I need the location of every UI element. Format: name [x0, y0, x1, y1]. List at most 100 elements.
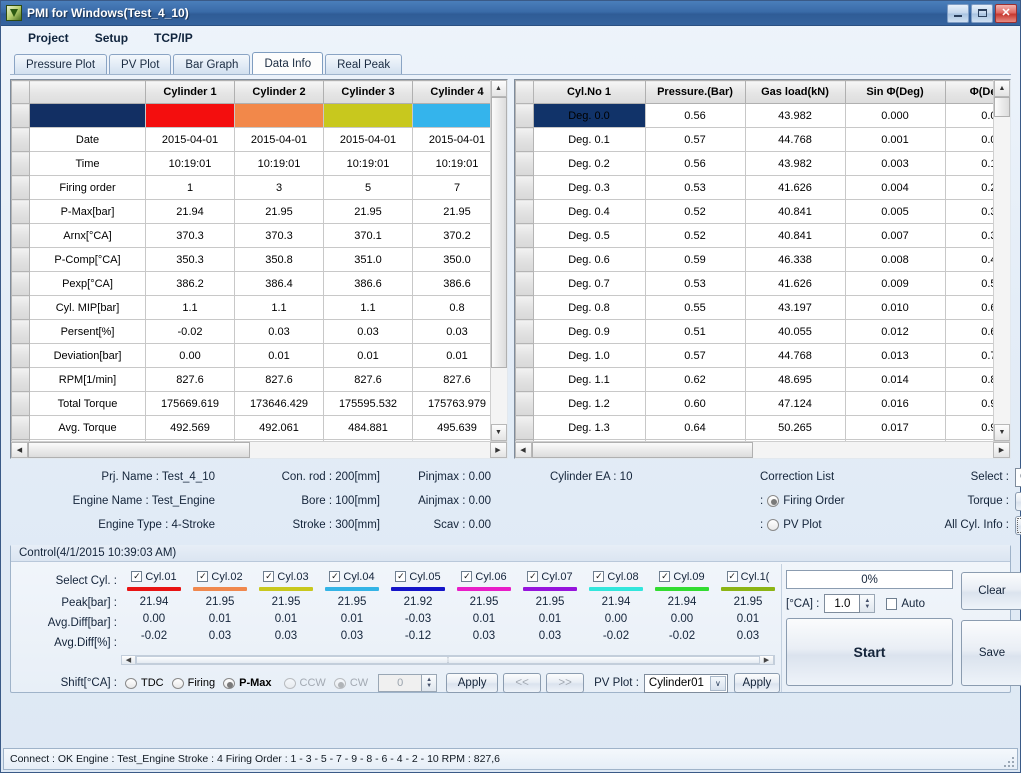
scroll-down-arrow[interactable]: ▼ [490, 424, 507, 441]
cell-phi[interactable]: 0.2 [944, 175, 993, 200]
row-header[interactable] [11, 151, 30, 176]
chevron-down-icon[interactable]: ∨ [709, 675, 726, 691]
row-header[interactable] [514, 175, 534, 200]
cell-value[interactable]: 2015-04-01 [323, 127, 413, 152]
scroll-left-arrow[interactable]: ◀ [122, 656, 136, 664]
scroll-track[interactable] [490, 97, 507, 424]
cell-degree[interactable]: Deg. 0.9 [532, 319, 646, 344]
cell-sin-phi[interactable]: 0.013 [844, 343, 946, 368]
cell-pressure[interactable]: 0.52 [644, 199, 746, 224]
cell-sin-phi[interactable]: 0.014 [844, 367, 946, 392]
cell-value[interactable]: 3 [234, 175, 324, 200]
cell-value[interactable]: 0.03 [412, 319, 490, 344]
cell-degree[interactable]: Deg. 0.4 [532, 199, 646, 224]
cell-degree[interactable]: Deg. 1.2 [532, 391, 646, 416]
radio-tdc-icon[interactable] [125, 677, 137, 689]
cell-value[interactable]: 0.03 [234, 319, 324, 344]
row-header[interactable] [11, 391, 30, 416]
cylinder-checkbox-group[interactable]: ✓ Cyl.06 [451, 569, 517, 584]
radio-ccw[interactable]: CCW [283, 677, 326, 689]
maximize-button[interactable] [971, 3, 993, 23]
row-header[interactable] [11, 367, 30, 392]
cell-value[interactable]: 350.3 [145, 247, 235, 272]
cell-phi[interactable]: 0.3 [944, 199, 993, 224]
cell-value[interactable]: 370.3 [145, 223, 235, 248]
cell-value[interactable]: 21.95 [323, 199, 413, 224]
cell-value[interactable]: 386.6 [323, 271, 413, 296]
cell-value[interactable]: 5 [323, 175, 413, 200]
cell-value[interactable]: 0.01 [412, 343, 490, 368]
scroll-up-arrow[interactable]: ▲ [490, 80, 507, 97]
cell-sin-phi[interactable]: 0.007 [844, 223, 946, 248]
cell-value[interactable]: 21.94 [145, 199, 235, 224]
scroll-left-arrow[interactable]: ◀ [11, 442, 28, 458]
row-header[interactable] [11, 199, 30, 224]
cell-value[interactable]: 351.0 [323, 247, 413, 272]
cell-degree[interactable]: Deg. 0.6 [532, 247, 646, 272]
radio-tdc[interactable]: TDC [125, 677, 164, 689]
radio-ccw-icon[interactable] [283, 677, 296, 689]
row-header[interactable] [514, 247, 534, 272]
cell-gas-load[interactable]: 43.982 [744, 103, 846, 128]
auto-checkbox[interactable] [886, 597, 898, 610]
row-header[interactable] [514, 367, 534, 392]
header-cyl-no[interactable]: Cyl.No 1 [532, 80, 646, 104]
cylinder-checkbox[interactable]: ✓ [461, 571, 473, 582]
scroll-right-arrow[interactable]: ▶ [760, 656, 774, 664]
cell-value[interactable]: 173646.429 [234, 391, 324, 416]
cell-value[interactable]: 2015-04-01 [412, 127, 490, 152]
row-header[interactable] [514, 343, 534, 368]
cell-value[interactable]: 175595.532 [323, 391, 413, 416]
cell-gas-load[interactable]: 43.197 [744, 295, 846, 320]
row-header[interactable] [11, 175, 30, 200]
cell-pressure[interactable]: 0.64 [644, 415, 746, 440]
cell-sin-phi[interactable]: 0.005 [844, 199, 946, 224]
scroll-track-h[interactable] [28, 442, 490, 458]
header-cylinder-1[interactable]: Cylinder 1 [145, 80, 235, 104]
cell-sin-phi[interactable]: 0.012 [844, 319, 946, 344]
pv-plot-select[interactable]: Cylinder01 ∨ [643, 673, 728, 693]
cell-degree[interactable]: Deg. 1.3 [532, 415, 646, 440]
scroll-track-h[interactable]: ⁞ [136, 656, 760, 665]
tab-pressure-plot[interactable]: Pressure Plot [14, 54, 108, 74]
radio-firing-order-icon[interactable] [767, 495, 780, 507]
cell-pressure[interactable]: 0.53 [644, 271, 746, 296]
tab-bar-graph[interactable]: Bar Graph [173, 54, 251, 74]
header-cylinder-2[interactable]: Cylinder 2 [234, 80, 324, 104]
shift-apply-button[interactable]: Apply [446, 673, 499, 693]
cylinder-checkbox[interactable]: ✓ [197, 571, 209, 582]
cell-value[interactable]: 10:19:01 [145, 151, 235, 176]
cell-value[interactable]: 350.8 [234, 247, 324, 272]
cell-value[interactable]: 7 [412, 175, 490, 200]
cell-gas-load[interactable]: 50.265 [744, 415, 846, 440]
cell-value[interactable]: 0.03 [323, 319, 413, 344]
close-button[interactable]: ✕ [995, 3, 1017, 23]
scroll-track-h[interactable] [531, 442, 993, 458]
shift-value-stepper[interactable]: 0 ▲ ▼ [378, 674, 438, 692]
cylinder-checkbox[interactable]: ✓ [131, 571, 143, 582]
tab-pv-plot[interactable]: PV Plot [109, 54, 172, 74]
cell-pressure[interactable]: 0.55 [644, 295, 746, 320]
cell-phi[interactable]: 0.8 [944, 367, 993, 392]
cell-value[interactable]: 827.6 [145, 367, 235, 392]
radio-pv-plot-icon[interactable] [767, 519, 780, 531]
cell-gas-load[interactable]: 44.768 [744, 343, 846, 368]
cell-phi[interactable]: 0.6 [944, 295, 993, 320]
row-header[interactable] [11, 103, 30, 128]
cylinder-checkbox[interactable]: ✓ [659, 571, 671, 582]
cell-pressure[interactable]: 0.51 [644, 319, 746, 344]
row-header[interactable] [514, 127, 534, 152]
cell-gas-load[interactable]: 40.841 [744, 223, 846, 248]
cell-value[interactable]: 484.881 [323, 415, 413, 440]
cell-value[interactable]: 492.061 [234, 415, 324, 440]
scroll-down-arrow[interactable]: ▼ [994, 424, 1010, 441]
header-cylinder-4[interactable]: Cylinder 4 [412, 80, 490, 104]
row-header[interactable] [11, 127, 30, 152]
ca-spinner[interactable]: ▲ ▼ [860, 594, 876, 613]
cell-degree[interactable]: Deg. 0.8 [532, 295, 646, 320]
scroll-up-arrow[interactable]: ▲ [994, 80, 1010, 97]
cell-value[interactable]: 827.6 [234, 367, 324, 392]
cell-gas-load[interactable]: 46.338 [744, 247, 846, 272]
cell-degree[interactable]: Deg. 0.5 [532, 223, 646, 248]
right-horizontal-scrollbar[interactable]: ◀ ▶ [514, 441, 1010, 458]
